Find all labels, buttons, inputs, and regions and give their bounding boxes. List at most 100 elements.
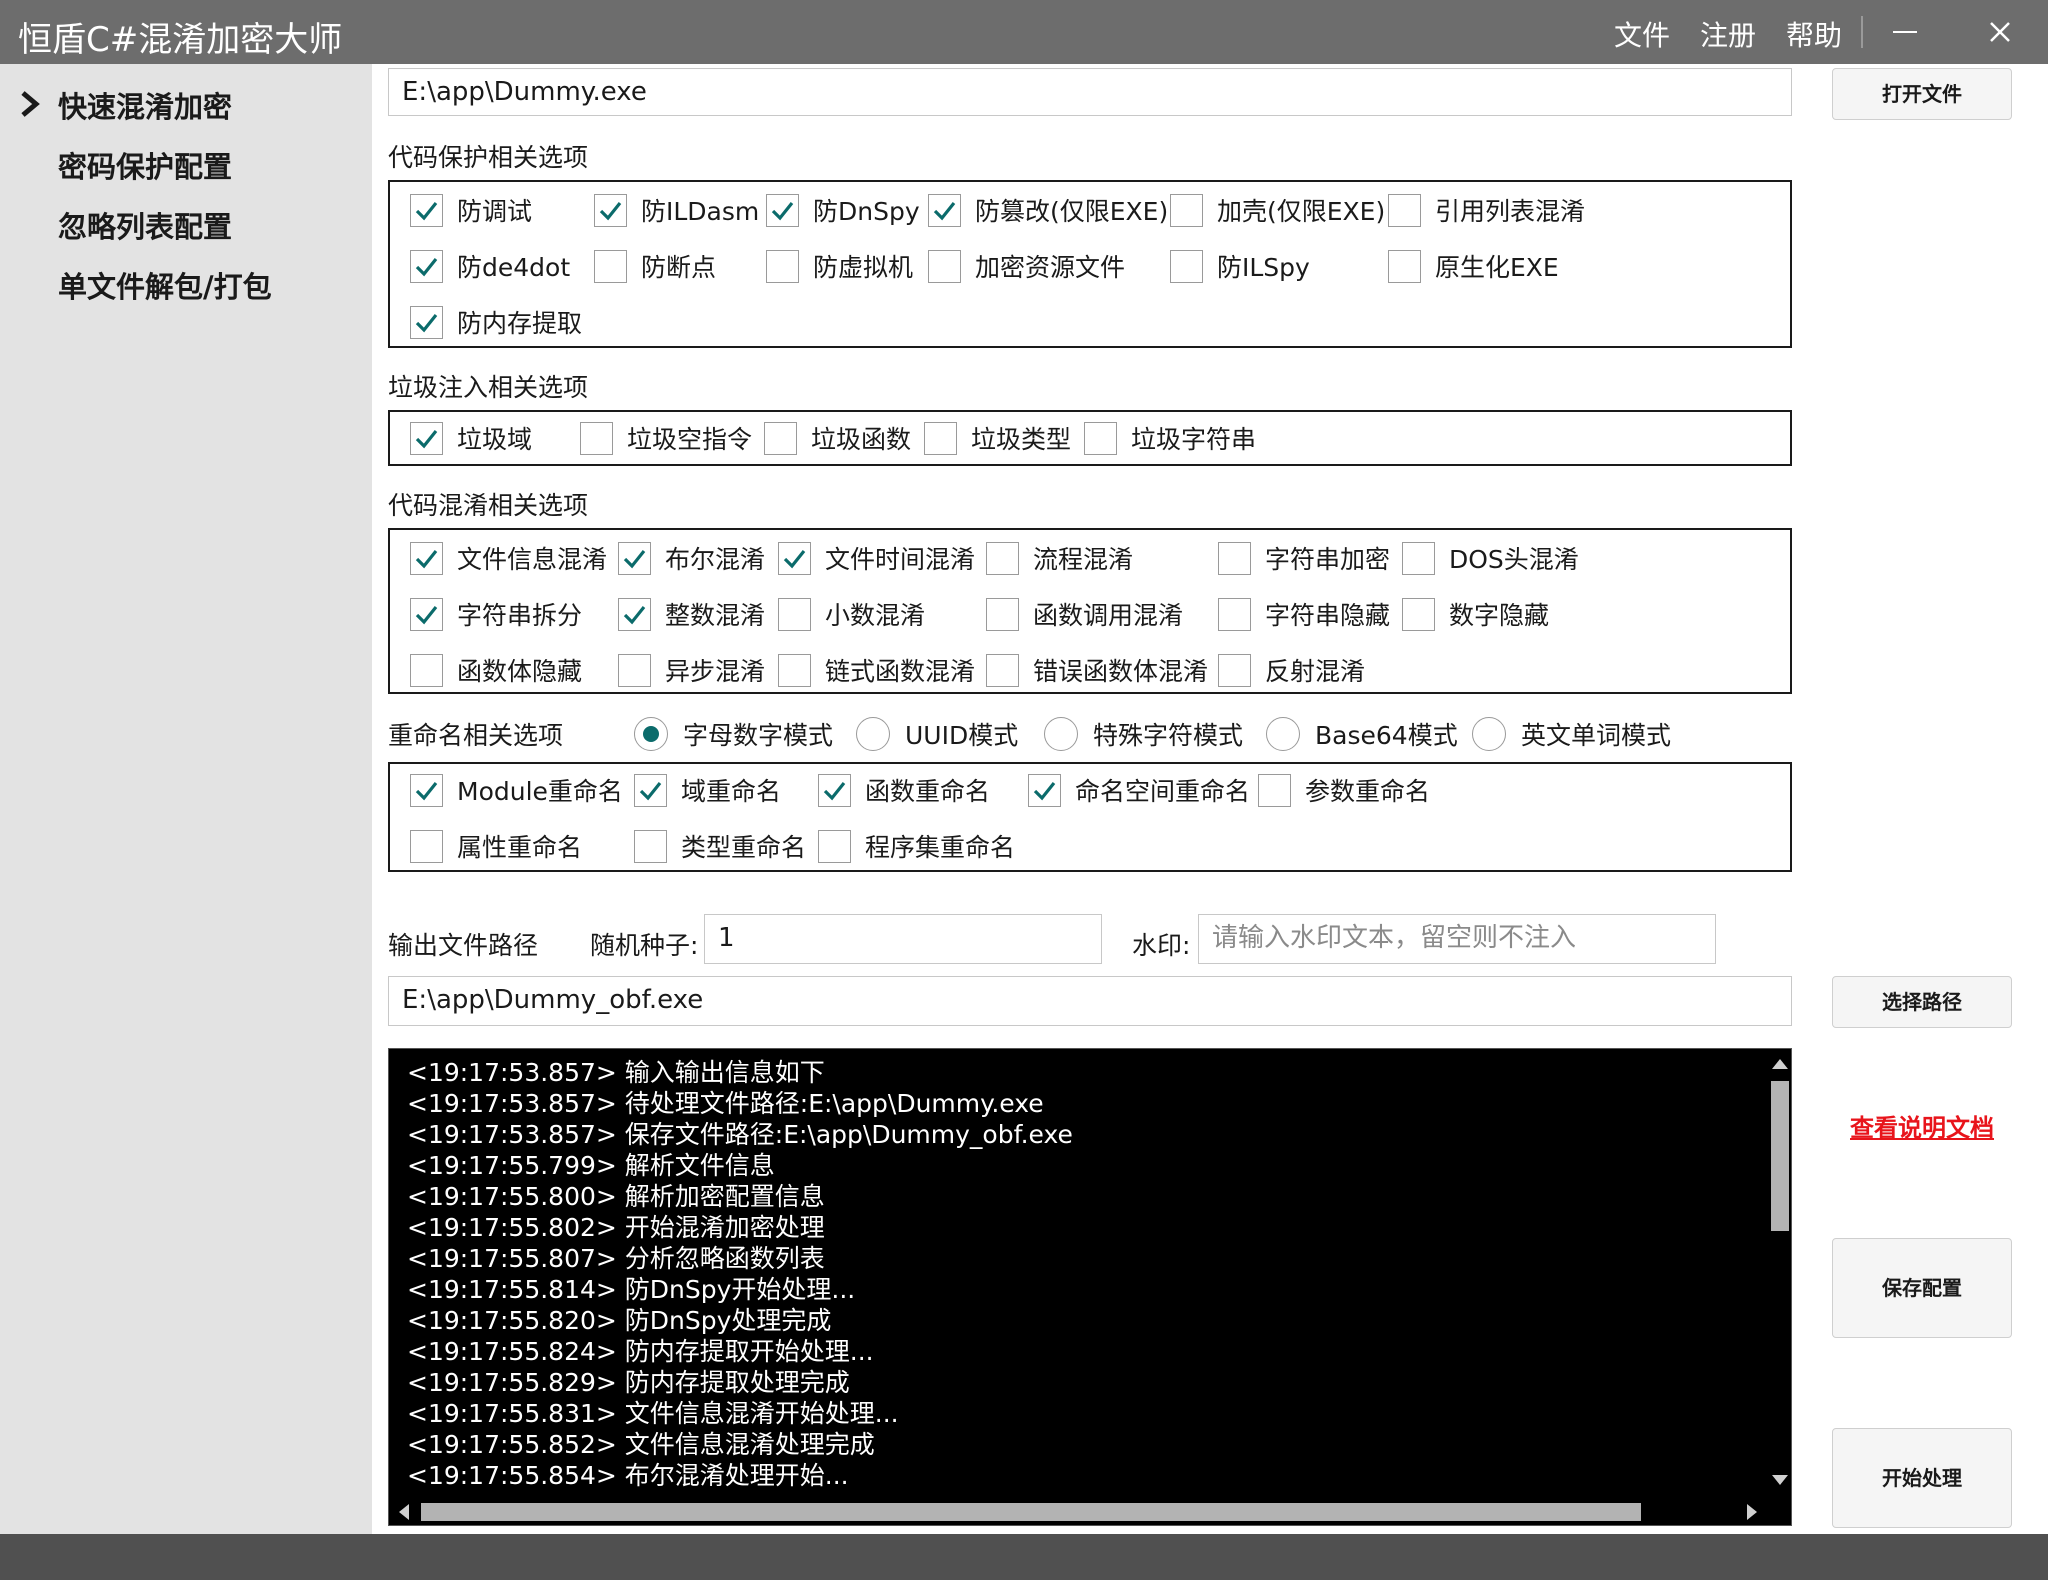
checkbox-unchecked[interactable] bbox=[778, 654, 811, 687]
view-docs-link[interactable]: 查看说明文档 bbox=[1850, 1108, 1994, 1143]
checkmark-icon bbox=[623, 550, 646, 569]
scroll-right-icon[interactable] bbox=[1745, 1503, 1759, 1521]
checkbox-unchecked[interactable] bbox=[818, 830, 851, 863]
checkbox-checked[interactable] bbox=[766, 194, 799, 227]
menu-file[interactable]: 文件 bbox=[1614, 14, 1670, 54]
radio-unselected[interactable] bbox=[1266, 717, 1300, 751]
checkbox-unchecked[interactable] bbox=[1218, 542, 1251, 575]
checkbox-checked[interactable] bbox=[928, 194, 961, 227]
log-console[interactable]: <19:17:53.857> 输入输出信息如下 <19:17:53.857> 待处… bbox=[388, 1048, 1792, 1526]
checkbox-unchecked[interactable] bbox=[1402, 542, 1435, 575]
scroll-down-icon[interactable] bbox=[1771, 1473, 1789, 1487]
checkbox-unchecked[interactable] bbox=[594, 250, 627, 283]
checkbox-unchecked[interactable] bbox=[1218, 654, 1251, 687]
checkbox-unchecked[interactable] bbox=[1388, 250, 1421, 283]
input-file-field[interactable]: E:\app\Dummy.exe bbox=[388, 68, 1792, 116]
checkmark-icon bbox=[823, 782, 846, 801]
checkbox-label: 垃圾类型 bbox=[971, 425, 1072, 454]
checkbox-checked[interactable] bbox=[410, 598, 443, 631]
checkbox-checked[interactable] bbox=[410, 306, 443, 339]
horizontal-scrollbar[interactable] bbox=[389, 1495, 1767, 1525]
checkbox-checked[interactable] bbox=[1028, 774, 1061, 807]
radio-unselected[interactable] bbox=[1472, 717, 1506, 751]
sidebar-item-password-config[interactable]: 密码保护配置 bbox=[58, 144, 232, 186]
checkmark-icon bbox=[415, 314, 438, 333]
checkbox-unchecked[interactable] bbox=[924, 422, 957, 455]
checkbox-unchecked[interactable] bbox=[928, 250, 961, 283]
sidebar-item-ignore-list[interactable]: 忽略列表配置 bbox=[58, 204, 232, 246]
checkmark-icon bbox=[1033, 782, 1056, 801]
open-file-button[interactable]: 打开文件 bbox=[1832, 68, 2012, 120]
checkbox-unchecked[interactable] bbox=[634, 830, 667, 863]
vertical-scrollbar[interactable] bbox=[1767, 1049, 1791, 1495]
checkbox-checked[interactable] bbox=[410, 250, 443, 283]
sidebar-item-quick-obfuscate[interactable]: 快速混淆加密 bbox=[58, 84, 232, 126]
seed-input[interactable]: 1 bbox=[704, 914, 1102, 964]
checkmark-icon bbox=[415, 430, 438, 449]
checkbox-checked[interactable] bbox=[410, 774, 443, 807]
menu-help[interactable]: 帮助 bbox=[1786, 14, 1842, 54]
checkbox-checked[interactable] bbox=[618, 598, 651, 631]
checkbox-checked[interactable] bbox=[778, 542, 811, 575]
rename-title: 重命名相关选项 bbox=[388, 721, 564, 750]
checkbox-unchecked[interactable] bbox=[618, 654, 651, 687]
minimize-icon[interactable] bbox=[1893, 31, 1917, 33]
checkmark-icon bbox=[771, 202, 794, 221]
checkbox-label: 防ILDasm bbox=[641, 197, 760, 226]
checkbox-label: 整数混淆 bbox=[665, 601, 766, 630]
checkbox-checked[interactable] bbox=[410, 422, 443, 455]
checkmark-icon bbox=[415, 258, 438, 277]
radio-selected[interactable] bbox=[634, 717, 668, 751]
checkbox-unchecked[interactable] bbox=[986, 598, 1019, 631]
vertical-scroll-thumb[interactable] bbox=[1771, 1081, 1789, 1231]
menu-register[interactable]: 注册 bbox=[1700, 14, 1756, 54]
app-title: 恒盾C#混淆加密大师 bbox=[18, 20, 343, 60]
checkbox-unchecked[interactable] bbox=[764, 422, 797, 455]
checkbox-checked[interactable] bbox=[594, 194, 627, 227]
checkbox-unchecked[interactable] bbox=[1170, 250, 1203, 283]
checkbox-label: 程序集重命名 bbox=[865, 833, 1016, 862]
rename-group: Module重命名 域重命名 函数重命名 命名空间重命名 参数重命名 属性重命名 类型重命名… bbox=[388, 762, 1792, 872]
checkbox-unchecked[interactable] bbox=[1388, 194, 1421, 227]
checkbox-label: 原生化EXE bbox=[1435, 253, 1559, 282]
output-path-field[interactable]: E:\app\Dummy_obf.exe bbox=[388, 976, 1792, 1026]
scroll-up-icon[interactable] bbox=[1771, 1057, 1789, 1071]
start-process-button[interactable]: 开始处理 bbox=[1832, 1428, 2012, 1528]
checkbox-label: 文件信息混淆 bbox=[457, 545, 608, 574]
checkbox-unchecked[interactable] bbox=[1402, 598, 1435, 631]
checkbox-unchecked[interactable] bbox=[778, 598, 811, 631]
checkbox-unchecked[interactable] bbox=[1218, 598, 1251, 631]
checkbox-checked[interactable] bbox=[818, 774, 851, 807]
checkbox-unchecked[interactable] bbox=[766, 250, 799, 283]
radio-unselected[interactable] bbox=[856, 717, 890, 751]
checkbox-checked[interactable] bbox=[410, 194, 443, 227]
checkbox-label: DOS头混淆 bbox=[1449, 545, 1579, 574]
checkbox-label: 防ILSpy bbox=[1217, 253, 1310, 282]
checkbox-unchecked[interactable] bbox=[1258, 774, 1291, 807]
checkbox-checked[interactable] bbox=[618, 542, 651, 575]
sidebar: 快速混淆加密 密码保护配置 忽略列表配置 单文件解包/打包 bbox=[0, 64, 372, 1534]
checkbox-unchecked[interactable] bbox=[986, 542, 1019, 575]
choose-path-button[interactable]: 选择路径 bbox=[1832, 976, 2012, 1028]
checkbox-checked[interactable] bbox=[410, 542, 443, 575]
checkbox-label: 命名空间重命名 bbox=[1075, 777, 1251, 806]
checkbox-unchecked[interactable] bbox=[986, 654, 1019, 687]
checkbox-unchecked[interactable] bbox=[410, 830, 443, 863]
scroll-left-icon[interactable] bbox=[397, 1503, 411, 1521]
checkbox-label: 防篡改(仅限EXE) bbox=[975, 197, 1169, 226]
horizontal-scroll-thumb[interactable] bbox=[421, 1503, 1641, 1521]
checkmark-icon bbox=[415, 550, 438, 569]
checkbox-checked[interactable] bbox=[634, 774, 667, 807]
checkbox-label: 数字隐藏 bbox=[1449, 601, 1550, 630]
checkbox-unchecked[interactable] bbox=[410, 654, 443, 687]
close-icon[interactable] bbox=[1982, 14, 2018, 50]
radio-label: 英文单词模式 bbox=[1521, 721, 1672, 750]
watermark-input[interactable]: 请输入水印文本，留空则不注入 bbox=[1198, 914, 1716, 964]
checkbox-unchecked[interactable] bbox=[1084, 422, 1117, 455]
sidebar-item-unpack-pack[interactable]: 单文件解包/打包 bbox=[58, 264, 272, 306]
checkbox-unchecked[interactable] bbox=[580, 422, 613, 455]
radio-unselected[interactable] bbox=[1044, 717, 1078, 751]
checkmark-icon bbox=[415, 202, 438, 221]
checkbox-unchecked[interactable] bbox=[1170, 194, 1203, 227]
save-config-button[interactable]: 保存配置 bbox=[1832, 1238, 2012, 1338]
